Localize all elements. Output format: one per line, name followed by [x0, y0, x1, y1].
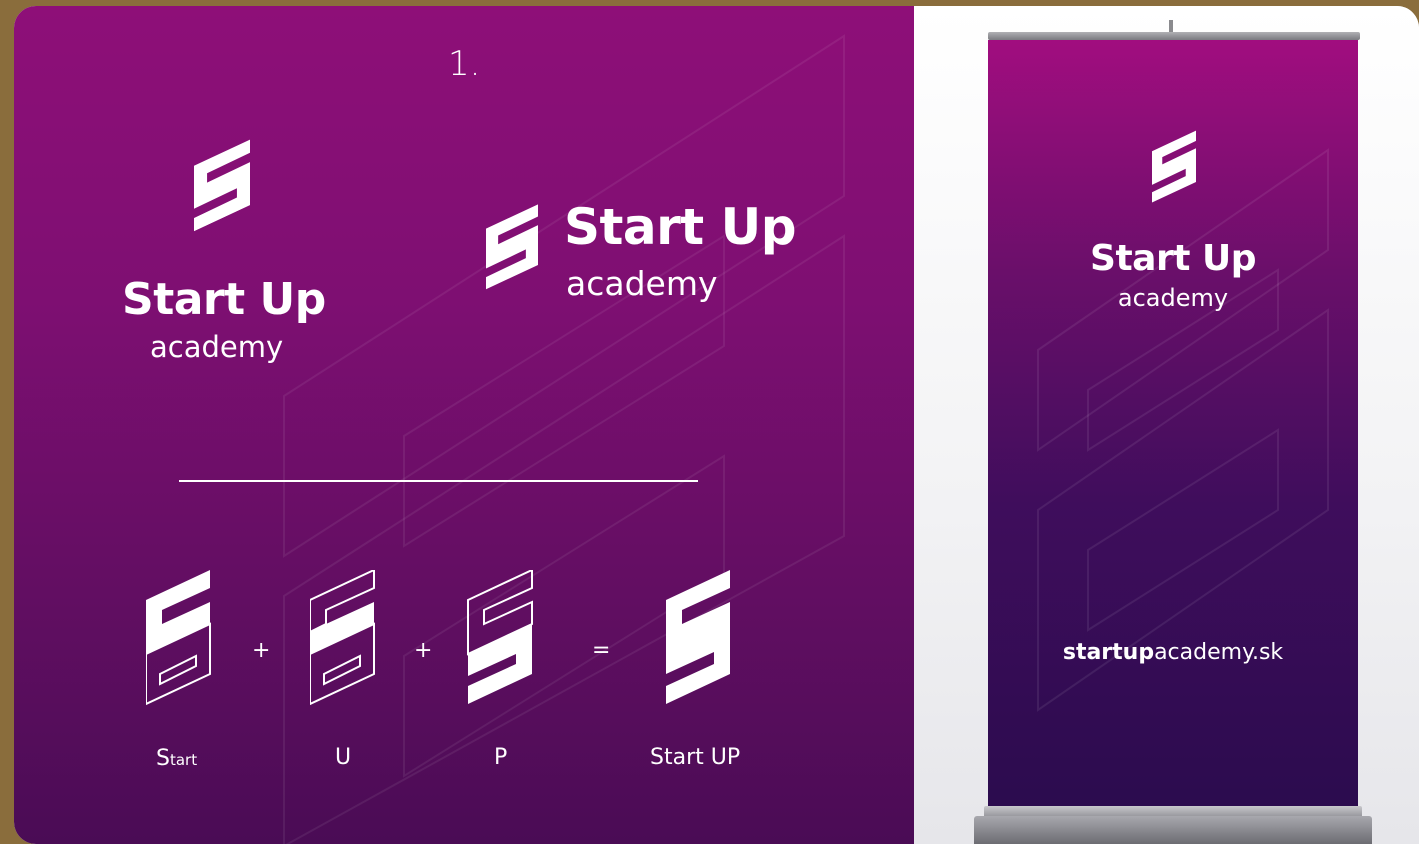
banner-url-rest: academy.sk: [1154, 640, 1284, 665]
plus-operator: +: [414, 638, 433, 663]
panel-number: 1.: [448, 44, 481, 84]
logo-vertical-title: Start Up: [122, 274, 326, 325]
logo-mark-icon: [666, 570, 730, 704]
banner-base: [974, 816, 1372, 844]
label-start-up: Start UP: [650, 745, 741, 770]
logo-mark-icon: [1152, 130, 1196, 203]
banner-face: Start Up academy startupacademy.sk: [988, 40, 1358, 814]
s-shape-icon: [146, 570, 211, 706]
divider: [179, 480, 698, 482]
plus-operator: +: [252, 638, 271, 663]
label-start-rest: tart: [169, 751, 198, 769]
logo-horizontal-title: Start Up: [564, 198, 797, 256]
banner-url: startupacademy.sk: [988, 640, 1358, 665]
logo-vertical-subtitle: academy: [150, 330, 284, 364]
logo-horizontal-subtitle: academy: [566, 264, 718, 303]
logo-mark-icon: [194, 139, 250, 232]
banner-url-bold: startup: [1062, 640, 1155, 665]
banner-title: Start Up: [1090, 238, 1256, 279]
u-shape-icon: [310, 570, 375, 706]
p-shape-icon: [467, 570, 533, 704]
label-start: Start: [156, 746, 197, 771]
label-p: P: [494, 745, 508, 770]
label-start-initial: S: [156, 746, 170, 771]
label-u: U: [335, 745, 352, 770]
watermark-icon: [283, 34, 845, 844]
presentation-card: 1. Start Up academy Start Up academy + +…: [14, 6, 1419, 844]
banner-subtitle: academy: [1117, 284, 1229, 312]
logo-mark-icon: [486, 204, 538, 290]
equals-operator: =: [592, 638, 611, 663]
banner-mockup: Start Up academy startupacademy.sk: [914, 6, 1419, 844]
brand-board: 1. Start Up academy Start Up academy + +…: [14, 6, 914, 844]
banner-top-bar: [988, 32, 1360, 40]
